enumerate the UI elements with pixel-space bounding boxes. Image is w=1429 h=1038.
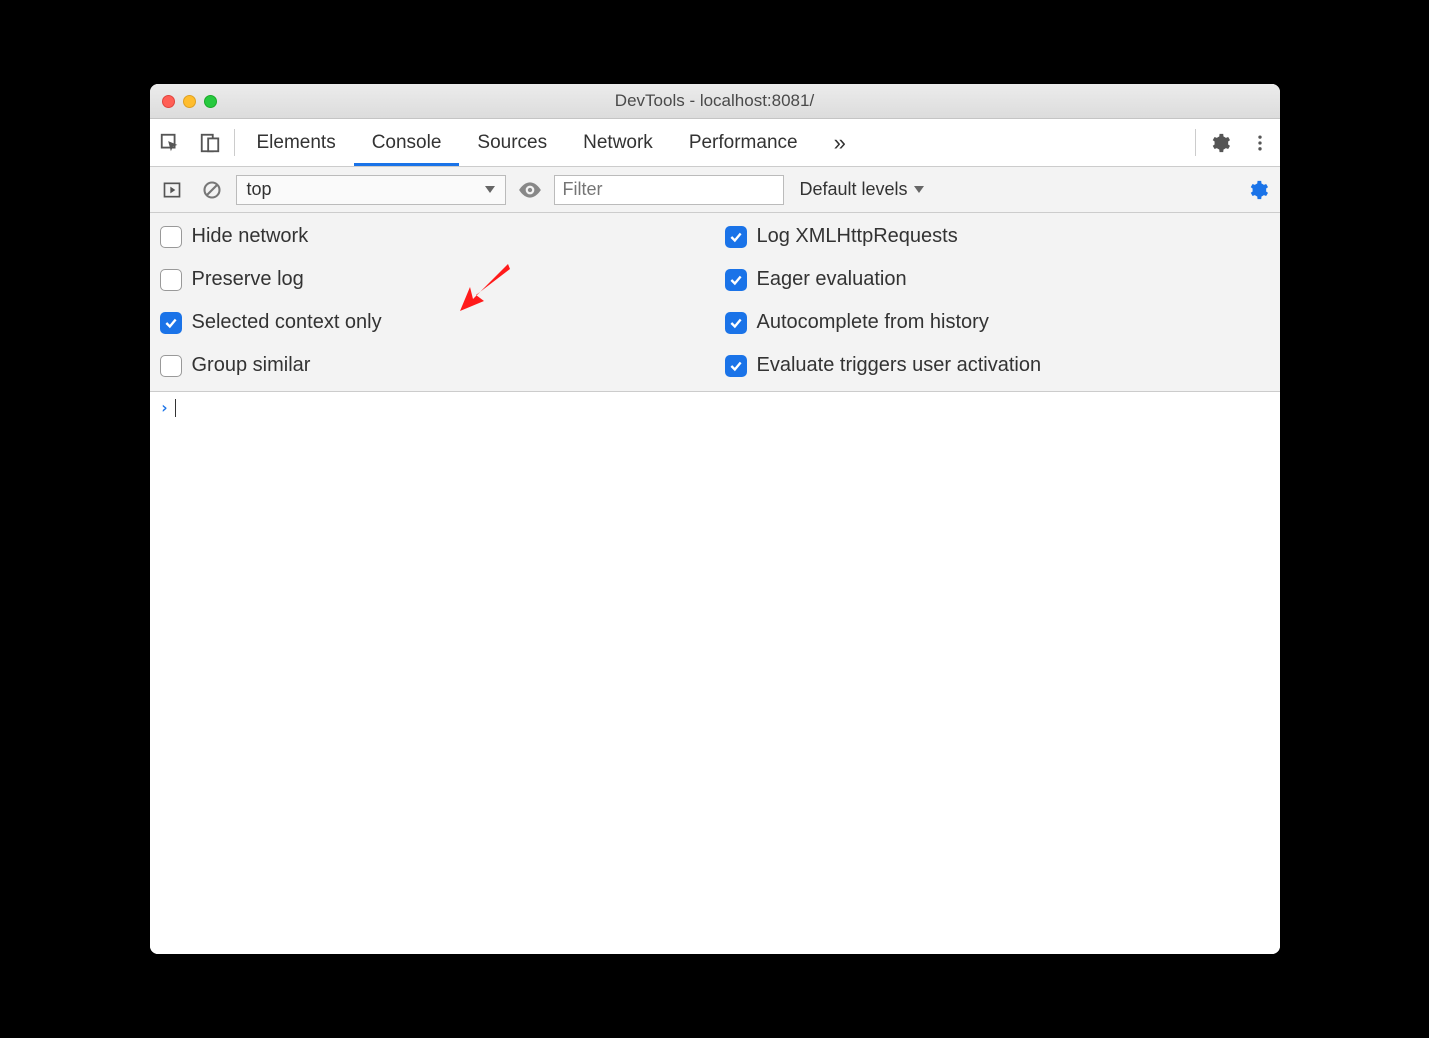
setting-preserve-log[interactable]: Preserve log	[160, 268, 705, 291]
tab-console[interactable]: Console	[354, 119, 460, 166]
checkbox-icon	[725, 312, 747, 334]
tab-elements[interactable]: Elements	[239, 119, 354, 166]
settings-gear-icon[interactable]	[1200, 119, 1240, 166]
execution-context-label: top	[247, 179, 272, 200]
execution-context-select[interactable]: top	[236, 175, 506, 205]
console-toolbar: top Default levels	[150, 167, 1280, 213]
console-prompt[interactable]: ›	[160, 398, 1270, 417]
checkbox-icon	[160, 312, 182, 334]
checkbox-icon	[725, 269, 747, 291]
traffic-lights	[150, 95, 217, 108]
checkbox-icon	[160, 269, 182, 291]
divider	[1195, 129, 1196, 156]
more-tabs-button[interactable]: »	[816, 119, 864, 166]
setting-label: Selected context only	[192, 311, 382, 334]
setting-label: Eager evaluation	[757, 268, 907, 291]
panel-tabstrip: Elements Console Sources Network Perform…	[150, 119, 1280, 167]
divider	[234, 129, 235, 156]
titlebar: DevTools - localhost:8081/	[150, 84, 1280, 119]
console-settings-panel: Hide network Log XMLHttpRequests Preserv…	[150, 213, 1280, 392]
live-expression-eye-icon[interactable]	[514, 177, 546, 203]
clear-console-icon[interactable]	[196, 180, 228, 200]
chevron-down-icon	[914, 186, 924, 193]
checkbox-icon	[725, 226, 747, 248]
toggle-sidebar-icon[interactable]	[156, 180, 188, 200]
setting-label: Group similar	[192, 354, 311, 377]
setting-hide-network[interactable]: Hide network	[160, 225, 705, 248]
tab-network[interactable]: Network	[565, 119, 671, 166]
tab-sources[interactable]: Sources	[459, 119, 565, 166]
kebab-menu-icon[interactable]	[1240, 119, 1280, 166]
inspect-element-icon[interactable]	[150, 119, 190, 166]
setting-selected-context-only[interactable]: Selected context only	[160, 311, 705, 334]
setting-label: Autocomplete from history	[757, 311, 989, 334]
window-title: DevTools - localhost:8081/	[615, 91, 814, 111]
checkbox-icon	[160, 226, 182, 248]
close-window-button[interactable]	[162, 95, 175, 108]
maximize-window-button[interactable]	[204, 95, 217, 108]
setting-log-xhr[interactable]: Log XMLHttpRequests	[725, 225, 1270, 248]
text-cursor	[175, 399, 176, 417]
setting-label: Log XMLHttpRequests	[757, 225, 958, 248]
minimize-window-button[interactable]	[183, 95, 196, 108]
setting-evaluate-user-activation[interactable]: Evaluate triggers user activation	[725, 354, 1270, 377]
log-levels-label: Default levels	[800, 179, 908, 200]
checkbox-icon	[725, 355, 747, 377]
log-levels-select[interactable]: Default levels	[792, 179, 932, 200]
filter-input[interactable]	[554, 175, 784, 205]
console-settings-gear-icon[interactable]	[1242, 179, 1274, 201]
setting-autocomplete-history[interactable]: Autocomplete from history	[725, 311, 1270, 334]
setting-label: Evaluate triggers user activation	[757, 354, 1042, 377]
device-toolbar-icon[interactable]	[190, 119, 230, 166]
setting-eager-evaluation[interactable]: Eager evaluation	[725, 268, 1270, 291]
setting-group-similar[interactable]: Group similar	[160, 354, 705, 377]
tab-performance[interactable]: Performance	[671, 119, 816, 166]
devtools-window: DevTools - localhost:8081/ Elements Cons…	[150, 84, 1280, 954]
checkbox-icon	[160, 355, 182, 377]
chevron-down-icon	[485, 186, 495, 193]
console-output-area[interactable]: ›	[150, 392, 1280, 954]
setting-label: Preserve log	[192, 268, 304, 291]
setting-label: Hide network	[192, 225, 309, 248]
prompt-chevron-icon: ›	[160, 398, 170, 417]
